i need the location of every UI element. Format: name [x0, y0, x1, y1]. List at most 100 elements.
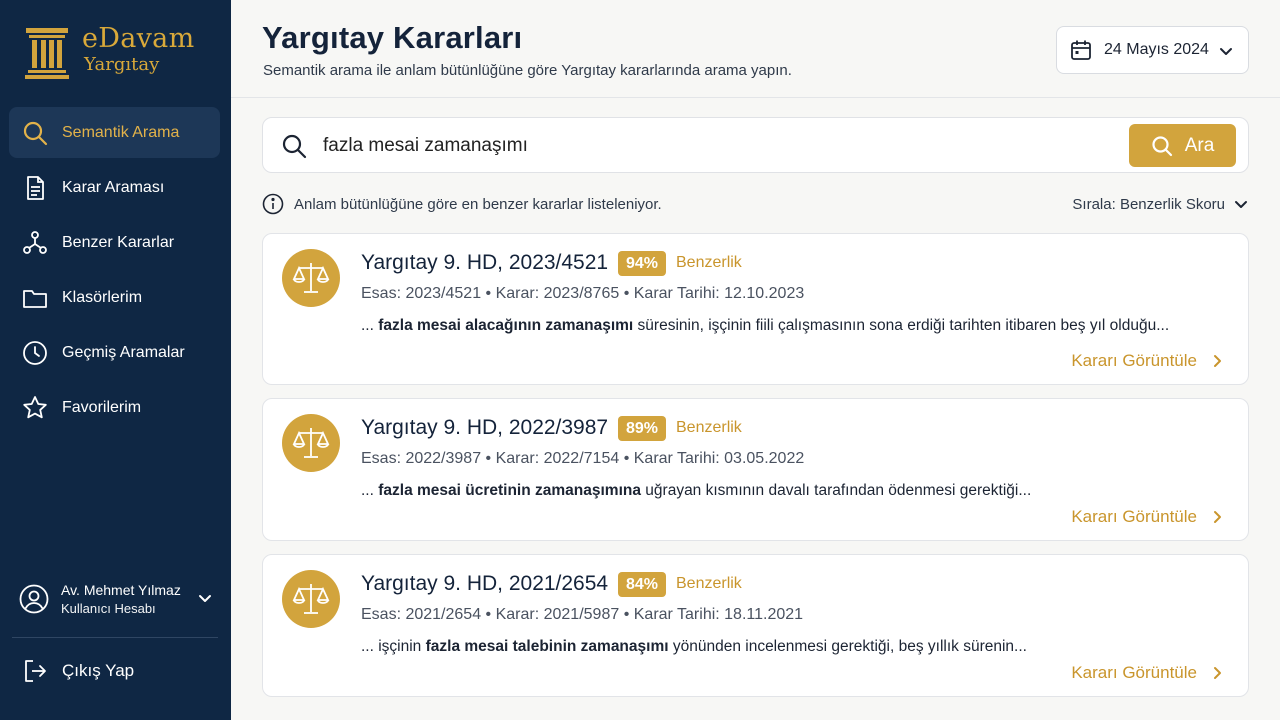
esas-no: Esas: 2021/2654: [361, 606, 482, 623]
sidebar: eDavam Yargıtay Semantik Arama Karar Ara…: [0, 0, 231, 720]
main-content: Yargıtay Kararları Semantik arama ile an…: [231, 0, 1280, 720]
chevron-right-icon: [1214, 355, 1221, 367]
result-title[interactable]: Yargıtay 9. HD, 2023/4521: [361, 251, 608, 275]
info-icon: [262, 193, 284, 215]
scales-emblem: [282, 249, 340, 307]
clock-icon: [23, 340, 47, 365]
scales-icon: [292, 428, 330, 458]
karar-no: Karar: 2022/7154: [495, 450, 620, 467]
result-excerpt: ... fazla mesai alacağının zamanaşımı sü…: [361, 317, 1169, 335]
result-card[interactable]: Yargıtay 9. HD, 2022/3987 89% Benzerlik …: [262, 398, 1249, 541]
user-role: Kullanıcı Hesabı: [61, 600, 156, 616]
courthouse-icon: [25, 28, 69, 79]
scales-icon: [292, 263, 330, 293]
karar-tarihi: Karar Tarihi: 18.11.2021: [633, 606, 804, 623]
sidebar-item-label: Klasörlerim: [62, 288, 143, 306]
brand-sub: Yargıtay: [84, 54, 160, 75]
date-picker[interactable]: 24 Mayıs 2024: [1056, 26, 1249, 74]
karar-no: Karar: 2023/8765: [495, 285, 620, 302]
star-icon: [23, 395, 47, 418]
sidebar-item-klasorlerim[interactable]: Klasörlerim: [9, 272, 220, 323]
sidebar-item-semantik-arama[interactable]: Semantik Arama: [9, 107, 220, 158]
result-excerpt: ... işçinin fazla mesai talebinin zamana…: [361, 638, 1027, 656]
view-decision-link[interactable]: Kararı Görüntüle: [1071, 507, 1225, 527]
sidebar-item-label: Favorilerim: [62, 398, 142, 416]
search-icon: [282, 134, 307, 159]
date-value: 24 Mayıs 2024: [1104, 41, 1209, 58]
result-card[interactable]: Yargıtay 9. HD, 2021/2654 84% Benzerlik …: [262, 554, 1249, 697]
excerpt-suffix: yönünden incelenmesi gerektiği, beş yıll…: [668, 638, 1027, 655]
network-icon: [23, 230, 47, 254]
result-meta: Esas: 2022/3987 • Karar: 2022/7154 • Kar…: [361, 450, 805, 467]
page-subtitle: Semantik arama ile anlam bütünlüğüne gör…: [263, 62, 792, 79]
search-icon: [1152, 135, 1172, 156]
result-meta: Esas: 2021/2654 • Karar: 2021/5987 • Kar…: [361, 606, 804, 623]
user-avatar-icon: [19, 584, 49, 614]
sidebar-item-label: Geçmiş Aramalar: [62, 343, 185, 361]
sidebar-nav: Semantik Arama Karar Araması Benzer Kara…: [9, 107, 220, 437]
user-menu[interactable]: Av. Mehmet Yılmaz Kullanıcı Hesabı: [19, 578, 219, 620]
sidebar-item-benzer-kararlar[interactable]: Benzer Kararlar: [9, 217, 220, 268]
karar-no: Karar: 2021/5987: [495, 606, 620, 623]
excerpt-prefix: ...: [361, 482, 379, 499]
similarity-label: Benzerlik: [676, 575, 742, 592]
excerpt-prefix: ...: [361, 317, 379, 334]
document-icon: [27, 175, 44, 200]
chevron-right-icon: [1214, 667, 1221, 679]
sidebar-item-label: Karar Araması: [62, 178, 165, 196]
view-decision-label: Kararı Görüntüle: [1071, 507, 1197, 526]
header-divider: [231, 97, 1280, 98]
sidebar-item-label: Semantik Arama: [62, 123, 180, 141]
chevron-down-icon: [1235, 201, 1247, 208]
folder-icon: [23, 289, 47, 308]
chevron-down-icon: [1220, 48, 1232, 55]
sidebar-item-label: Benzer Kararlar: [62, 233, 175, 251]
sidebar-item-gecmis-aramalar[interactable]: Geçmiş Aramalar: [9, 327, 220, 378]
result-card[interactable]: Yargıtay 9. HD, 2023/4521 94% Benzerlik …: [262, 233, 1249, 385]
search-icon: [23, 121, 48, 145]
similarity-badge: 89%: [618, 416, 667, 441]
search-input[interactable]: [323, 128, 1113, 164]
sidebar-item-karar-aramasi[interactable]: Karar Araması: [9, 162, 220, 213]
chevron-down-icon: [199, 595, 211, 602]
similarity-label: Benzerlik: [676, 254, 742, 271]
similarity-badge: 84%: [618, 572, 667, 597]
excerpt-highlight: fazla mesai talebinin zamanaşımı: [425, 638, 669, 655]
sort-value: Benzerlik Skoru: [1119, 195, 1225, 213]
result-title[interactable]: Yargıtay 9. HD, 2022/3987: [361, 416, 608, 440]
sidebar-item-favorilerim[interactable]: Favorilerim: [9, 382, 220, 433]
page-title: Yargıtay Kararları: [262, 20, 523, 55]
view-decision-link[interactable]: Kararı Görüntüle: [1071, 351, 1225, 371]
excerpt-suffix: süresinin, işçinin fiili çalışmasının so…: [633, 317, 1170, 334]
excerpt-suffix: uğrayan kısmının davalı tarafından ödenm…: [640, 482, 1032, 499]
similarity-label: Benzerlik: [676, 419, 742, 436]
view-decision-label: Kararı Görüntüle: [1071, 351, 1197, 370]
search-button[interactable]: Ara: [1129, 124, 1236, 167]
chevron-right-icon: [1214, 511, 1221, 523]
logout-icon: [25, 660, 46, 682]
similarity-badge: 94%: [618, 251, 667, 276]
esas-no: Esas: 2022/3987: [361, 450, 482, 467]
info-text: Anlam bütünlüğüne göre en benzer kararla…: [294, 195, 662, 213]
karar-tarihi: Karar Tarihi: 12.10.2023: [633, 285, 805, 302]
logout-label: Çıkış Yap: [62, 661, 135, 680]
sort-dropdown[interactable]: Sırala: Benzerlik Skoru: [1072, 192, 1249, 216]
excerpt-highlight: fazla mesai ücretinin zamanaşımına: [378, 482, 641, 499]
search-button-label: Ara: [1184, 134, 1215, 156]
view-decision-link[interactable]: Kararı Görüntüle: [1071, 663, 1225, 683]
logo[interactable]: eDavam Yargıtay: [24, 24, 194, 80]
result-meta: Esas: 2023/4521 • Karar: 2023/8765 • Kar…: [361, 285, 805, 302]
calendar-icon: [1071, 40, 1091, 60]
result-excerpt: ... fazla mesai ücretinin zamanaşımına u…: [361, 482, 1031, 500]
esas-no: Esas: 2023/4521: [361, 285, 482, 302]
user-name: Av. Mehmet Yılmaz: [61, 581, 181, 598]
excerpt-highlight: fazla mesai alacağının zamanaşımı: [378, 317, 634, 334]
sort-label: Sırala:: [1072, 195, 1116, 213]
logout-button[interactable]: Çıkış Yap: [22, 655, 134, 687]
result-title[interactable]: Yargıtay 9. HD, 2021/2654: [361, 572, 608, 596]
scales-icon: [292, 584, 330, 614]
view-decision-label: Kararı Görüntüle: [1071, 663, 1197, 682]
search-bar: Ara: [262, 117, 1249, 173]
excerpt-prefix: ... işçinin: [361, 638, 426, 655]
sidebar-divider: [12, 637, 218, 638]
